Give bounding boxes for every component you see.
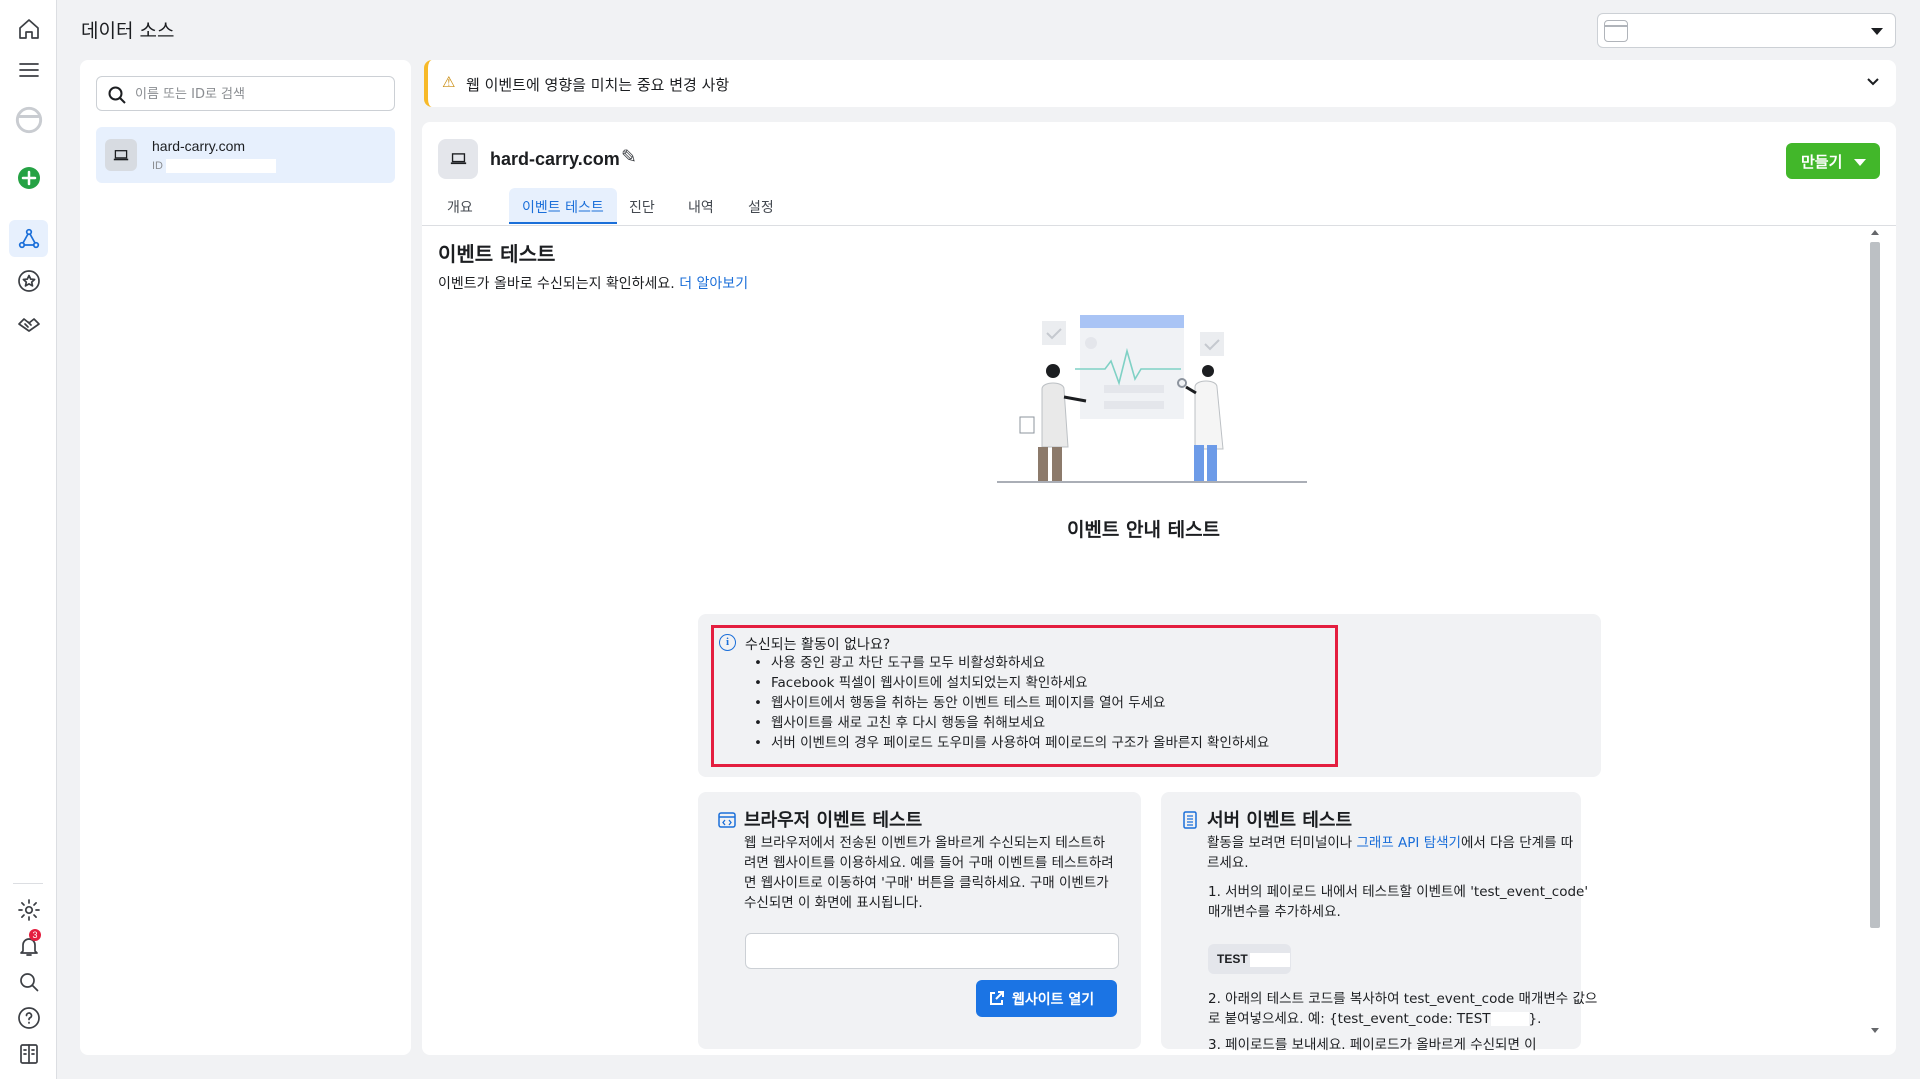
list-item: 웹사이트를 새로 고친 후 다시 행동을 취해보세요: [754, 713, 1269, 733]
server-test-title: 서버 이벤트 테스트: [1207, 810, 1353, 831]
list-item: 서버 이벤트의 경우 페이로드 도우미를 사용하여 페이로드의 구조가 올바른지…: [754, 733, 1269, 753]
browser-test-description: 웹 브라우저에서 전송된 이벤트가 올바르게 수신되는지 테스트하려면 웹사이트…: [744, 835, 1114, 911]
server-test-card: 서버 이벤트 테스트 활동을 보려면 터미널이나 그래프 API 탐색기에서 다…: [1161, 792, 1597, 1053]
data-source-item[interactable]: hard-carry.com ID: [96, 127, 395, 183]
scrollbar-thumb[interactable]: [1870, 242, 1880, 928]
help-icon[interactable]: [14, 1003, 43, 1032]
open-website-button[interactable]: 웹사이트 열기: [976, 980, 1117, 1017]
data-source-name: hard-carry.com: [152, 138, 246, 154]
chevron-down-icon: [1871, 28, 1883, 35]
notification-badge: 3: [29, 929, 41, 941]
tips-list: 사용 중인 광고 차단 도구를 모두 비활성화하세요 Facebook 픽셀이 …: [754, 653, 1269, 753]
info-icon: i: [719, 634, 736, 651]
data-source-id-label: ID: [152, 160, 163, 172]
server-step-3: 3. 페이로드를 보내세요. 페이로드가 올바르게 수신되면 이: [1208, 1037, 1537, 1053]
section-title: 이벤트 테스트: [438, 242, 556, 266]
create-button-label: 만들기: [1801, 153, 1843, 171]
scroll-down-arrow[interactable]: [1871, 1028, 1879, 1033]
edit-pencil-icon[interactable]: ✎: [621, 146, 637, 168]
tab-test-events[interactable]: 이벤트 테스트: [509, 188, 617, 224]
create-button[interactable]: 만들기: [1786, 143, 1880, 179]
graph-api-explorer-link[interactable]: 그래프 API 탐색기: [1357, 835, 1461, 851]
desc-prefix: 활동을 보려면 터미널이나: [1207, 835, 1357, 851]
redacted-code: [1490, 1012, 1529, 1026]
troubleshooting-tips: i 수신되는 활동이 없나요? 사용 중인 광고 차단 도구를 모두 비활성화하…: [711, 625, 1338, 767]
banner-text: 웹 이벤트에 영향을 미치는 중요 변경 사항: [466, 76, 730, 94]
browser-test-card: 브라우저 이벤트 테스트 웹 브라우저에서 전송된 이벤트가 올바르게 수신되는…: [698, 792, 1141, 1049]
test-code-chip[interactable]: TEST: [1208, 944, 1291, 974]
data-source-title: hard-carry.com: [490, 149, 620, 169]
server-step-1: 1. 서버의 페이로드 내에서 테스트할 이벤트에 'test_event_co…: [1208, 884, 1589, 920]
browser-code-icon: [718, 812, 736, 828]
tips-question: 수신되는 활동이 없나요?: [745, 637, 891, 653]
notifications-bell-icon[interactable]: 3: [14, 929, 43, 960]
server-icon: [1183, 811, 1197, 829]
data-source-detail-panel: hard-carry.com ✎ 만들기 개요 이벤트 테스트 진단 내역 설정…: [422, 122, 1896, 1055]
learn-more-link[interactable]: 더 알아보기: [679, 276, 748, 292]
star-icon[interactable]: [14, 266, 43, 295]
tab-diagnostics[interactable]: 진단: [616, 188, 668, 224]
section-subtitle: 이벤트가 올바로 수신되는지 확인하세요. 더 알아보기: [438, 273, 748, 293]
search-box[interactable]: [96, 76, 395, 111]
troubleshooting-box: i 수신되는 활동이 없나요? 사용 중인 광고 차단 도구를 모두 비활성화하…: [698, 614, 1601, 777]
events-manager-icon[interactable]: [9, 220, 48, 257]
step-2-end: }.: [1528, 1011, 1542, 1027]
guide-title: 이벤트 안내 테스트: [1066, 519, 1221, 541]
scroll-up-arrow[interactable]: [1871, 230, 1879, 235]
website-url-input[interactable]: [745, 933, 1119, 969]
business-account-selector[interactable]: [1597, 13, 1896, 48]
search-input[interactable]: [135, 82, 385, 106]
home-icon[interactable]: [14, 14, 43, 43]
data-source-list-panel: hard-carry.com ID: [80, 60, 411, 1055]
open-website-label: 웹사이트 열기: [1012, 992, 1095, 1008]
list-item: 사용 중인 광고 차단 도구를 모두 비활성화하세요: [754, 653, 1269, 673]
tab-overview[interactable]: 개요: [434, 188, 486, 224]
server-step-2: 2. 아래의 테스트 코드를 복사하여 test_event_code 매개변수…: [1208, 989, 1598, 1029]
tab-history[interactable]: 내역: [675, 188, 727, 224]
warning-icon: ⚠: [442, 73, 456, 91]
menu-icon[interactable]: [14, 55, 43, 84]
chevron-down-icon[interactable]: [1866, 77, 1880, 87]
list-item: Facebook 픽셀이 웹사이트에 설치되었는지 확인하세요: [754, 673, 1269, 693]
redacted-id: [166, 159, 276, 173]
browser-test-title: 브라우저 이벤트 테스트: [744, 810, 923, 831]
search-icon[interactable]: [14, 967, 43, 996]
subtitle-text: 이벤트가 올바로 수신되는지 확인하세요.: [438, 276, 675, 292]
page-title: 데이터 소스: [81, 20, 175, 42]
server-test-description: 활동을 보려면 터미널이나 그래프 API 탐색기에서 다음 단계를 따르세요.: [1207, 833, 1577, 873]
test-code: TEST: [1217, 952, 1248, 966]
laptop-icon: [105, 139, 137, 171]
partner-handshake-icon[interactable]: [14, 309, 43, 338]
list-item: 웹사이트에서 행동을 취하는 동안 이벤트 테스트 페이지를 열어 두세요: [754, 693, 1269, 713]
tab-settings[interactable]: 설정: [735, 188, 787, 224]
report-panel-icon[interactable]: [14, 1039, 43, 1068]
create-plus-icon[interactable]: [14, 163, 43, 192]
content-scrollbar[interactable]: [1865, 226, 1881, 1037]
test-events-content: 이벤트 테스트 이벤트가 올바로 수신되는지 확인하세요. 더 알아보기 이벤트…: [422, 226, 1865, 1055]
chevron-down-icon: [1854, 159, 1866, 166]
redacted-code: [1249, 952, 1290, 967]
external-link-icon: [990, 991, 1004, 1005]
important-changes-banner[interactable]: ⚠ 웹 이벤트에 영향을 미치는 중요 변경 사항: [424, 60, 1896, 107]
avatar[interactable]: [14, 105, 43, 134]
search-icon: [108, 86, 126, 104]
test-events-illustration: [997, 315, 1307, 483]
laptop-icon: [438, 139, 478, 179]
business-icon: [1604, 20, 1628, 42]
global-nav-rail: 3: [0, 0, 57, 1079]
settings-gear-icon[interactable]: [14, 895, 43, 924]
